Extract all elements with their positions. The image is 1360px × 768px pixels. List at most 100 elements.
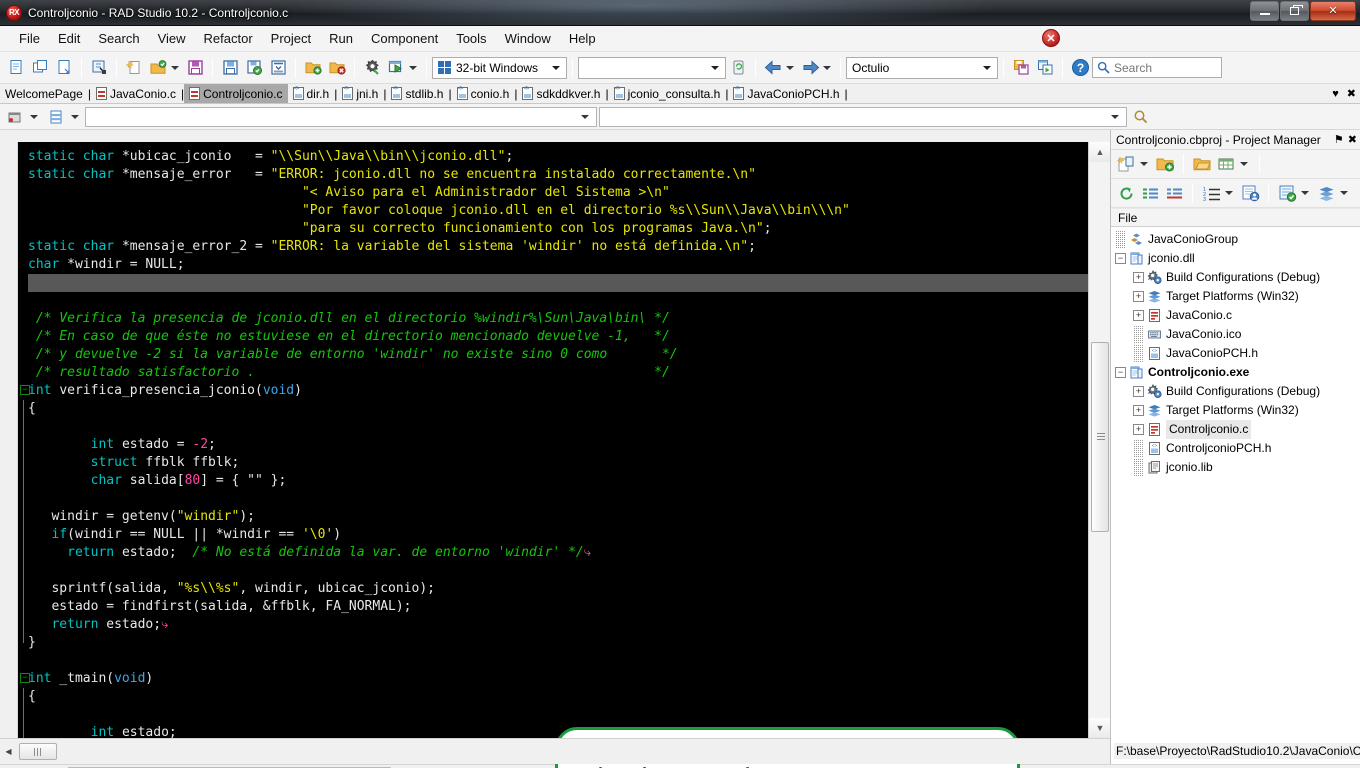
layers-dropdown-caret[interactable] — [1340, 191, 1348, 195]
build-icon[interactable] — [360, 56, 384, 80]
add-node-icon[interactable] — [1139, 182, 1161, 204]
tree-item[interactable]: JavaConioGroup — [1111, 230, 1360, 249]
build-config-combo[interactable]: Octulio — [846, 56, 998, 79]
menu-item-view[interactable]: View — [149, 27, 195, 50]
menu-item-file[interactable]: File — [10, 27, 49, 50]
editor-tab-jconio-consulta-h[interactable]: jconio_consulta.h — [609, 84, 726, 103]
tab-list-dropdown-icon[interactable]: ♥ — [1332, 88, 1339, 100]
new-item-dropdown-caret[interactable] — [1140, 162, 1148, 166]
tree-item[interactable]: − jconio.dll — [1111, 249, 1360, 268]
save-all-icon[interactable] — [218, 56, 242, 80]
blank-combo-caret[interactable] — [707, 59, 723, 77]
mark-dropdown-caret[interactable] — [1301, 191, 1309, 195]
sort-list-dropdown-caret[interactable] — [1225, 191, 1233, 195]
tree-item[interactable]: JavaConio.ico — [1111, 325, 1360, 344]
expand-icon[interactable]: + — [1133, 310, 1144, 321]
close-document-button[interactable]: ✕ — [1042, 29, 1060, 47]
code-insight-caret[interactable] — [30, 114, 38, 119]
view-options-icon[interactable] — [1239, 182, 1261, 204]
minimize-button[interactable] — [1250, 1, 1279, 21]
refresh-platform-icon[interactable] — [726, 56, 750, 80]
new-form-dropdown-caret[interactable] — [171, 65, 179, 70]
open-file-icon[interactable] — [28, 56, 52, 80]
open-project-icon[interactable] — [87, 56, 111, 80]
layers-icon[interactable] — [1315, 182, 1337, 204]
menu-item-window[interactable]: Window — [496, 27, 560, 50]
pin-icon[interactable]: ⚑ — [1334, 133, 1344, 146]
code-vertical-scrollbar[interactable]: ▲ ▼ — [1088, 142, 1110, 738]
close-button[interactable]: ✕ — [1310, 1, 1356, 21]
menu-item-search[interactable]: Search — [89, 27, 148, 50]
editor-tab-conio-h[interactable]: conio.h — [452, 84, 515, 103]
editor-tab-dir-h[interactable]: dir.h — [288, 84, 335, 103]
tree-item[interactable]: jconio.lib — [1111, 458, 1360, 477]
save-project-icon[interactable] — [242, 56, 266, 80]
code-insight-icon[interactable] — [3, 105, 27, 129]
editor-tab-javaconiopch-h[interactable]: JavaConioPCH.h — [728, 84, 844, 103]
scroll-down-arrow-icon[interactable]: ▼ — [1089, 718, 1110, 738]
code-fold-icon[interactable]: − — [20, 385, 30, 395]
new-item-icon[interactable] — [1115, 153, 1137, 175]
blank-combo[interactable] — [578, 56, 726, 79]
menu-item-run[interactable]: Run — [320, 27, 362, 50]
sort-list-icon[interactable]: 123 — [1200, 182, 1222, 204]
tree-item[interactable]: + Controljconio.c — [1111, 420, 1360, 439]
code-fold-icon[interactable]: − — [20, 673, 30, 683]
refresh-icon[interactable] — [1115, 182, 1137, 204]
scroll-up-arrow-icon[interactable]: ▲ — [1089, 142, 1110, 162]
tree-item[interactable]: + JavaConio.c — [1111, 306, 1360, 325]
member-combo-caret[interactable] — [1111, 114, 1119, 119]
new-file-icon[interactable] — [4, 56, 28, 80]
mark-icon[interactable] — [1276, 182, 1298, 204]
editor-tab-welcomepage[interactable]: WelcomePage — [0, 84, 88, 103]
help-icon[interactable]: ? — [1068, 56, 1092, 80]
class-combo-caret[interactable] — [581, 114, 589, 119]
horizontal-scroll-thumb[interactable] — [19, 743, 57, 760]
editor-tab-controljconio-c[interactable]: Controljconio.c — [184, 84, 288, 103]
expand-icon[interactable]: + — [1133, 386, 1144, 397]
close-icon[interactable]: ✖ — [1348, 133, 1357, 146]
code-editor[interactable]: static char *ubicac_jconio = "\\Sun\\Jav… — [18, 142, 1110, 738]
collapse-icon[interactable]: − — [1115, 367, 1126, 378]
expand-icon[interactable]: + — [1133, 405, 1144, 416]
code-text[interactable]: static char *ubicac_jconio = "\\Sun\\Jav… — [18, 142, 1088, 738]
tree-item[interactable]: <> ControljconioPCH.h — [1111, 439, 1360, 458]
editor-tab-stdlib-h[interactable]: stdlib.h — [386, 84, 448, 103]
step-forward-icon[interactable] — [798, 56, 822, 80]
code-horizontal-scrollbar[interactable]: ◀ — [0, 738, 1110, 764]
editor-tab-sdkddkver-h[interactable]: sdkddkver.h — [517, 84, 605, 103]
new-form-icon[interactable] — [146, 56, 170, 80]
expand-icon[interactable]: + — [1133, 272, 1144, 283]
tree-item[interactable]: + Build Configurations (Debug) — [1111, 382, 1360, 401]
menu-item-edit[interactable]: Edit — [49, 27, 89, 50]
step-forward-dropdown-caret[interactable] — [823, 65, 831, 70]
open-folder-icon[interactable] — [1191, 153, 1213, 175]
platform-combo[interactable]: 32-bit Windows — [432, 56, 567, 79]
step-back-dropdown-caret[interactable] — [786, 65, 794, 70]
new-item-icon[interactable] — [122, 56, 146, 80]
class-combo[interactable] — [85, 106, 597, 127]
menu-item-refactor[interactable]: Refactor — [195, 27, 262, 50]
restore-button[interactable] — [1280, 1, 1309, 21]
platform-combo-caret[interactable] — [548, 59, 564, 77]
save-as-icon[interactable] — [52, 56, 76, 80]
scroll-left-arrow-icon[interactable]: ◀ — [0, 743, 17, 760]
build-config-caret[interactable] — [979, 59, 995, 77]
save-config-icon[interactable] — [1009, 56, 1033, 80]
search-input[interactable]: Search — [1114, 61, 1152, 75]
grid-view-icon[interactable] — [1215, 153, 1237, 175]
expand-icon[interactable]: + — [1133, 424, 1144, 435]
expand-icon[interactable]: + — [1133, 291, 1144, 302]
run-config-icon[interactable] — [1033, 56, 1057, 80]
vertical-scroll-thumb[interactable] — [1091, 342, 1109, 532]
menu-item-project[interactable]: Project — [262, 27, 320, 50]
editor-tab-javaconio-c[interactable]: JavaConio.c — [91, 84, 181, 103]
find-declaration-icon[interactable] — [1129, 105, 1153, 129]
tree-item[interactable]: <> JavaConioPCH.h — [1111, 344, 1360, 363]
tree-item[interactable]: + Target Platforms (Win32) — [1111, 401, 1360, 420]
remove-from-project-icon[interactable] — [325, 56, 349, 80]
add-folder-icon[interactable] — [1154, 153, 1176, 175]
remove-node-icon[interactable] — [1163, 182, 1185, 204]
menu-item-help[interactable]: Help — [560, 27, 605, 50]
collapse-icon[interactable]: − — [1115, 253, 1126, 264]
